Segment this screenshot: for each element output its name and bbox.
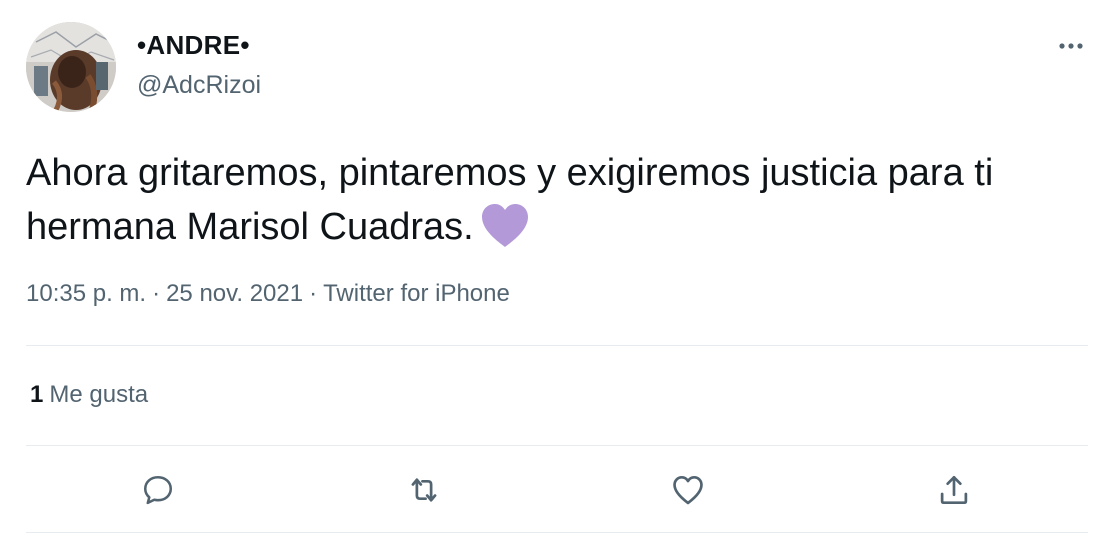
avatar-image bbox=[26, 22, 116, 112]
meta-separator: · bbox=[309, 280, 318, 307]
likes-label: Me gusta bbox=[49, 381, 149, 408]
reply-button[interactable] bbox=[136, 468, 180, 512]
retweet-icon bbox=[411, 478, 437, 502]
share-button[interactable] bbox=[932, 468, 976, 512]
tweet-time[interactable]: 10:35 p. m. bbox=[26, 280, 146, 307]
tweet-text: Ahora gritaremos, pintaremos y exigiremo… bbox=[26, 146, 1086, 264]
purple-heart-icon bbox=[480, 203, 530, 264]
reply-icon bbox=[143, 475, 173, 505]
tweet-card: •ANDRE• @AdcRizoi Ahora gritaremos, pint… bbox=[0, 0, 1120, 540]
share-icon bbox=[940, 475, 968, 505]
meta-separator: · bbox=[152, 280, 161, 307]
divider bbox=[26, 445, 1088, 446]
avatar[interactable] bbox=[26, 22, 116, 112]
divider bbox=[26, 532, 1088, 533]
more-options-button[interactable] bbox=[1052, 30, 1092, 60]
heart-icon bbox=[673, 475, 703, 505]
more-horizontal-icon bbox=[1059, 43, 1083, 49]
display-name[interactable]: •ANDRE• bbox=[137, 30, 250, 61]
tweet-metadata: 10:35 p. m. · 25 nov. 2021 · Twitter for iPh… bbox=[26, 280, 510, 308]
tweet-date[interactable]: 25 nov. 2021 bbox=[166, 280, 303, 307]
likes-stat[interactable]: 1 Me gusta bbox=[30, 381, 148, 409]
tweet-source[interactable]: Twitter for iPhone bbox=[323, 280, 510, 307]
likes-count: 1 bbox=[30, 381, 44, 408]
user-handle[interactable]: @AdcRizoi bbox=[137, 71, 261, 100]
retweet-button[interactable] bbox=[402, 468, 446, 512]
like-button[interactable] bbox=[666, 468, 710, 512]
divider bbox=[26, 345, 1088, 346]
